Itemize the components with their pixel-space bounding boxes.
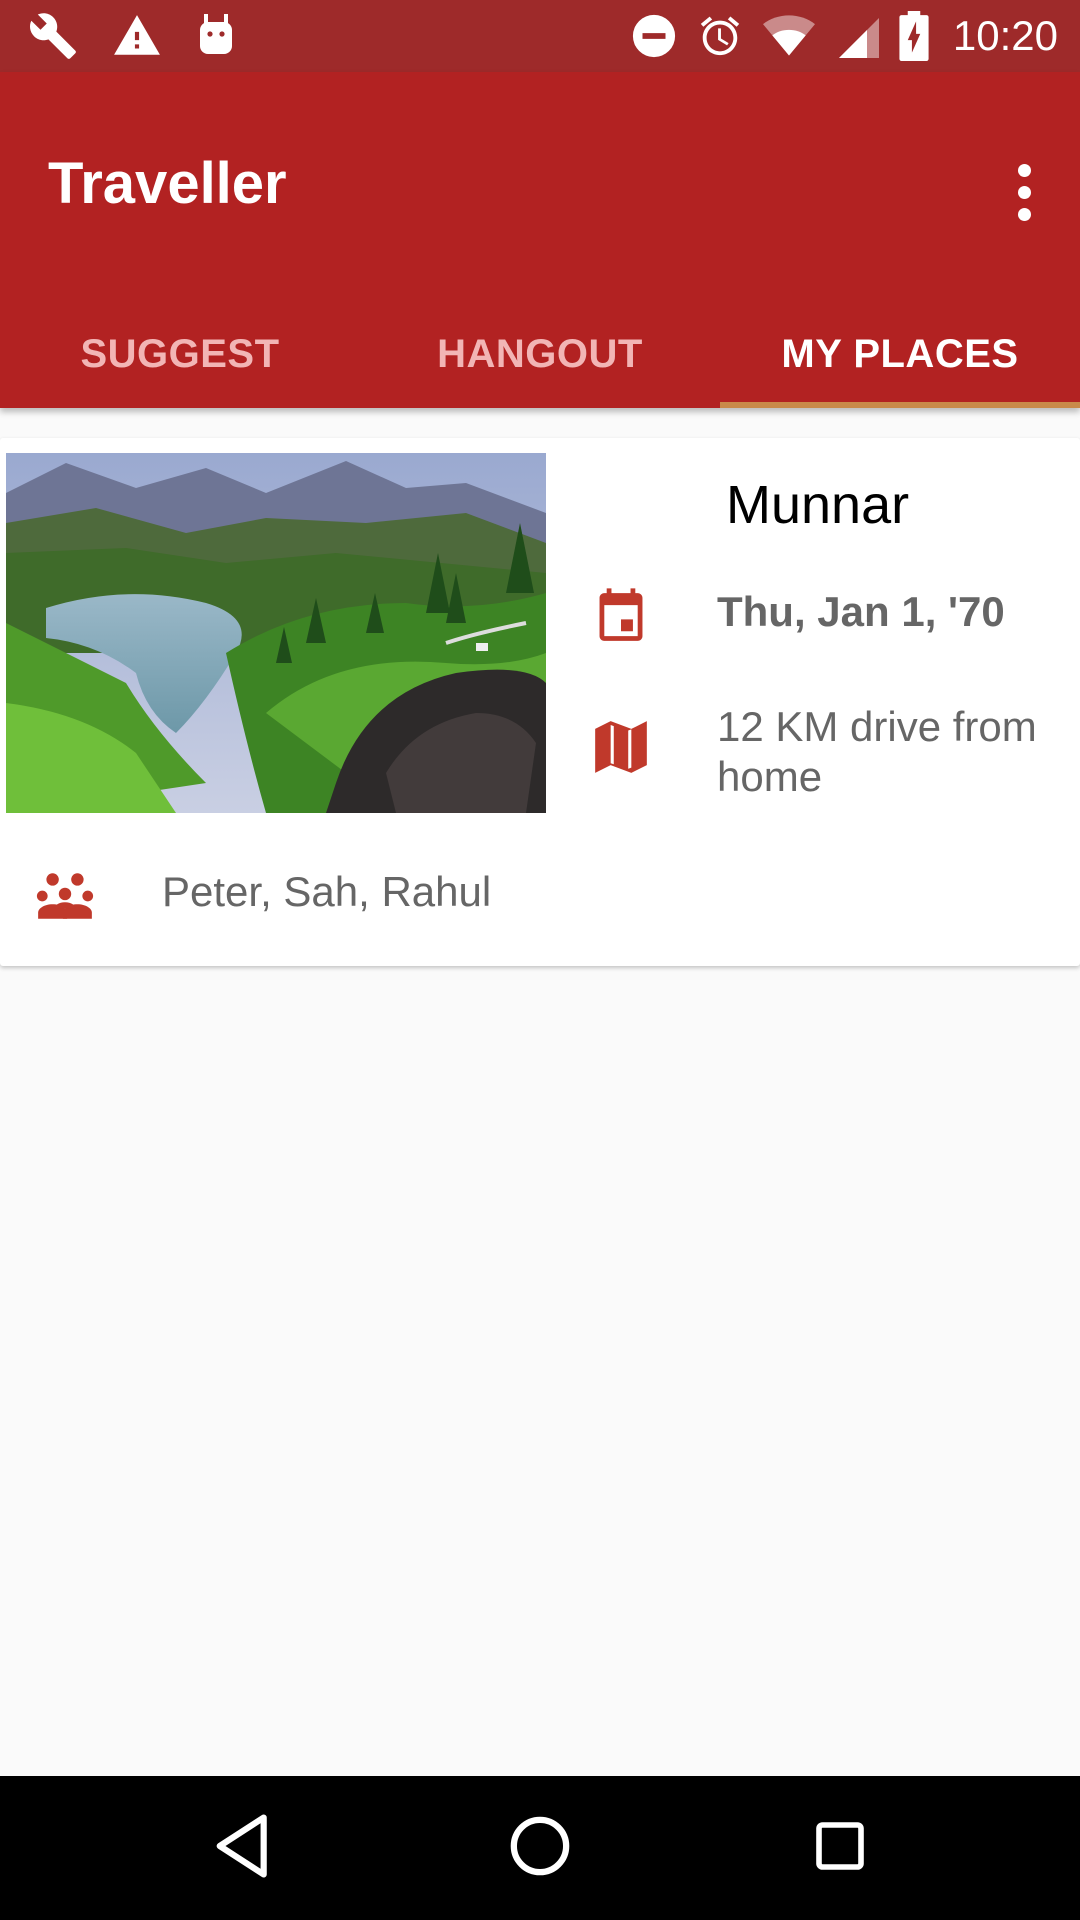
cell-signal-icon	[838, 18, 879, 58]
place-card[interactable]: Munnar Thu, Jan 1, '70 12 KM drive from …	[0, 438, 1080, 966]
app-title: Traveller	[48, 151, 287, 216]
landscape-photo-icon	[6, 453, 546, 813]
distance-text: 12 KM drive from home	[717, 703, 1037, 800]
more-vert-icon-dot	[1017, 207, 1031, 221]
back-icon[interactable]	[212, 1812, 274, 1880]
status-bar: 10:20	[0, 0, 1080, 72]
warning-icon	[114, 15, 160, 55]
more-vert-icon	[1017, 163, 1031, 177]
wrench-icon	[29, 13, 76, 59]
more-vert-icon-dot	[1017, 185, 1031, 199]
place-name: Munnar	[726, 475, 910, 535]
notification-icons	[28, 10, 236, 62]
do-not-disturb-icon	[632, 14, 675, 58]
calendar-icon	[599, 588, 643, 641]
navigation-bar	[0, 1776, 1080, 1920]
people-icon	[36, 873, 94, 919]
home-icon[interactable]	[508, 1812, 572, 1880]
battery-charging-icon	[899, 11, 929, 61]
tab-hangout[interactable]: HANGOUT	[360, 300, 720, 408]
android-debug-icon	[200, 14, 232, 54]
alarm-icon	[700, 16, 740, 56]
map-icon	[595, 721, 647, 773]
trip-date: Thu, Jan 1, '70	[717, 588, 1005, 635]
recents-icon[interactable]	[812, 1812, 868, 1880]
system-icons: 10:20	[631, 10, 1058, 62]
tab-suggest[interactable]: SUGGEST	[0, 300, 360, 408]
place-photo	[6, 453, 546, 813]
friends-list: Peter, Sah, Rahul	[162, 868, 492, 915]
more-options-button[interactable]	[996, 152, 1052, 232]
wifi-icon	[762, 15, 815, 56]
app-bar: Traveller SUGGEST HANGOUT MY PLACES	[0, 72, 1080, 408]
tab-my-places[interactable]: MY PLACES	[720, 300, 1080, 408]
tab-bar: SUGGEST HANGOUT MY PLACES	[0, 300, 1080, 408]
clock: 10:20	[952, 12, 1058, 59]
